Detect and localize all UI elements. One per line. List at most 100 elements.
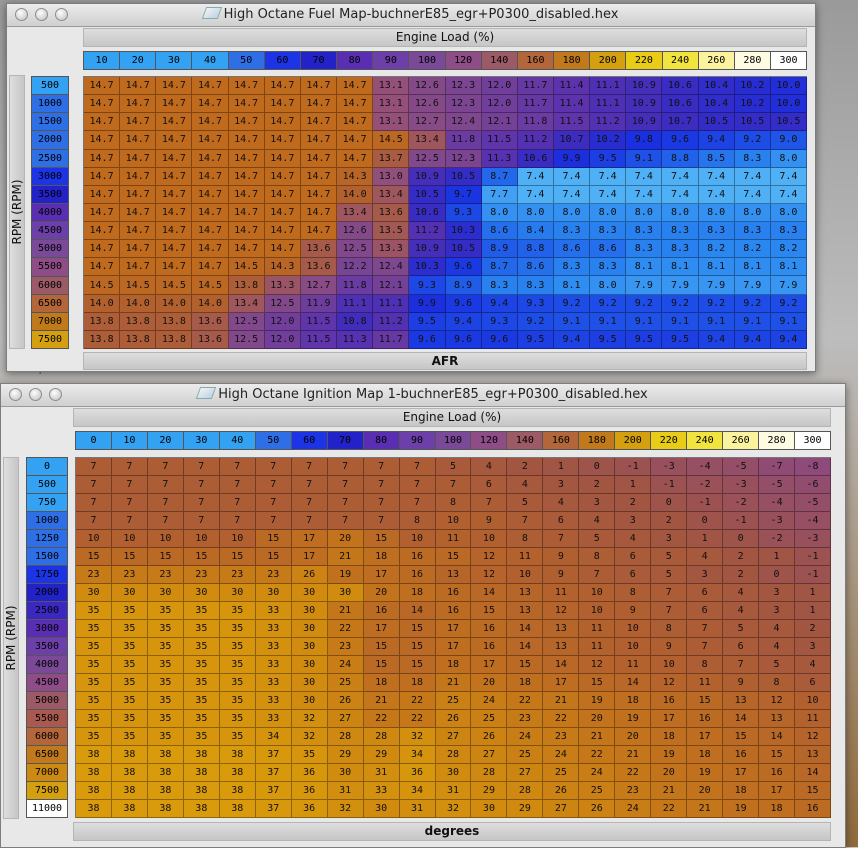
table-cell[interactable]: 11.2 [590,113,627,132]
table-cell[interactable]: 4 [759,620,796,638]
table-cell[interactable]: 7.9 [626,276,663,295]
table-cell[interactable]: 12.6 [409,77,446,96]
table-cell[interactable]: 1 [687,530,724,548]
table-cell[interactable]: 9 [651,638,688,656]
table-cell[interactable]: 17 [363,566,400,584]
table-cell[interactable]: 14.7 [264,240,301,259]
table-cell[interactable]: 11.4 [553,77,591,96]
table-cell[interactable]: 35 [219,620,256,638]
table-cell[interactable]: 9.1 [698,312,735,331]
table-cell[interactable]: 21 [327,548,364,566]
table-cell[interactable]: 10.7 [553,131,591,150]
table-cell[interactable]: 14.7 [228,222,265,241]
table-cell[interactable]: 6 [687,602,724,620]
table-cell[interactable]: 13.1 [373,77,410,96]
table-cell[interactable]: 15 [399,638,436,656]
table-cell[interactable]: 22 [399,692,436,710]
table-cell[interactable]: 38 [147,764,184,782]
table-cell[interactable]: 17 [687,728,724,746]
table-cell[interactable]: 4 [471,458,508,476]
table-cell[interactable]: 35 [111,674,148,692]
table-cell[interactable]: 14.7 [84,77,121,96]
table-cell[interactable]: 6 [723,638,760,656]
table-cell[interactable]: 35 [291,746,328,764]
table-cell[interactable]: 21 [363,692,400,710]
table-cell[interactable]: 30 [291,692,328,710]
table-cell[interactable]: 9.7 [445,185,482,204]
table-cell[interactable]: 12.5 [228,312,265,331]
table-cell[interactable]: 14.7 [228,185,265,204]
table-cell[interactable]: 8.0 [770,203,807,223]
table-cell[interactable]: 17 [291,530,328,548]
table-cell[interactable]: 11.2 [517,131,554,150]
table-cell[interactable]: 7 [219,458,256,476]
table-cell[interactable]: 9 [615,602,652,620]
table-cell[interactable]: 13.4 [337,203,374,223]
table-cell[interactable]: 10.0 [770,77,807,96]
table-cell[interactable]: 14 [471,584,508,602]
table-cell[interactable]: 17 [435,638,472,656]
table-cell[interactable]: 25 [435,692,472,710]
table-cell[interactable]: 15 [435,548,472,566]
table-cell[interactable]: 18 [363,674,400,692]
table-cell[interactable]: 17 [543,674,580,692]
table-cell[interactable]: 37 [255,764,292,782]
table-cell[interactable]: 38 [219,800,256,818]
table-cell[interactable]: 14.7 [192,203,229,223]
table-cell[interactable]: 14.7 [264,203,301,223]
table-cell[interactable]: -1 [687,494,724,512]
table-cell[interactable]: 8.3 [698,222,735,241]
table-cell[interactable]: 8.6 [517,258,554,277]
table-cell[interactable]: 30 [291,602,328,620]
table-cell[interactable]: 14.7 [156,240,193,259]
table-cell[interactable]: 7 [327,476,364,494]
table-cell[interactable]: 8.0 [734,203,771,223]
table-cell[interactable]: 14.7 [300,185,338,204]
table-cell[interactable]: 8.6 [590,240,627,259]
table-cell[interactable]: 22 [363,710,400,728]
table-cell[interactable]: 7 [76,458,112,476]
table-cell[interactable]: 21 [327,602,364,620]
table-cell[interactable]: 7.4 [770,185,807,204]
table-cell[interactable]: 35 [147,602,184,620]
table-cell[interactable]: 9.5 [590,330,627,349]
table-cell[interactable]: 30 [76,584,112,602]
table-cell[interactable]: 35 [183,620,220,638]
table-cell[interactable]: 35 [147,674,184,692]
table-cell[interactable]: 35 [147,710,184,728]
table-cell[interactable]: 7 [76,512,112,530]
table-cell[interactable]: 10.5 [445,240,482,259]
table-cell[interactable]: 8.3 [590,258,627,277]
table-cell[interactable]: 13.3 [373,240,410,259]
table-cell[interactable]: 20 [615,728,652,746]
table-cell[interactable]: -1 [795,566,831,584]
table-cell[interactable]: 14.7 [300,149,338,168]
table-cell[interactable]: 10.7 [662,113,699,132]
table-cell[interactable]: 11.2 [409,222,446,241]
table-cell[interactable]: 15 [255,530,292,548]
table-cell[interactable]: 24 [579,764,616,782]
table-cell[interactable]: 38 [111,764,148,782]
table-cell[interactable]: 14.7 [120,167,157,186]
table-cell[interactable]: -5 [759,476,796,494]
table-cell[interactable]: 8.3 [662,240,699,259]
table-cell[interactable]: 9.6 [662,131,699,150]
table-cell[interactable]: 14.5 [373,131,410,150]
table-cell[interactable]: 11 [795,710,831,728]
table-cell[interactable]: 11 [687,674,724,692]
table-cell[interactable]: 14.7 [84,203,121,223]
table-cell[interactable]: 30 [219,584,256,602]
table-cell[interactable]: 11.9 [300,294,338,313]
table-cell[interactable]: 31 [399,800,436,818]
table-cell[interactable]: 14 [723,710,760,728]
table-cell[interactable]: 14.7 [337,131,374,150]
table-cell[interactable]: 15 [687,692,724,710]
table-cell[interactable]: 9.2 [734,294,771,313]
table-cell[interactable]: 14.0 [156,294,193,313]
table-cell[interactable]: 9.2 [553,294,591,313]
table-cell[interactable]: 7.9 [662,276,699,295]
table-cell[interactable]: 14.7 [84,185,121,204]
table-cell[interactable]: 7 [435,476,472,494]
table-cell[interactable]: 20 [579,710,616,728]
table-cell[interactable]: 2 [579,476,616,494]
